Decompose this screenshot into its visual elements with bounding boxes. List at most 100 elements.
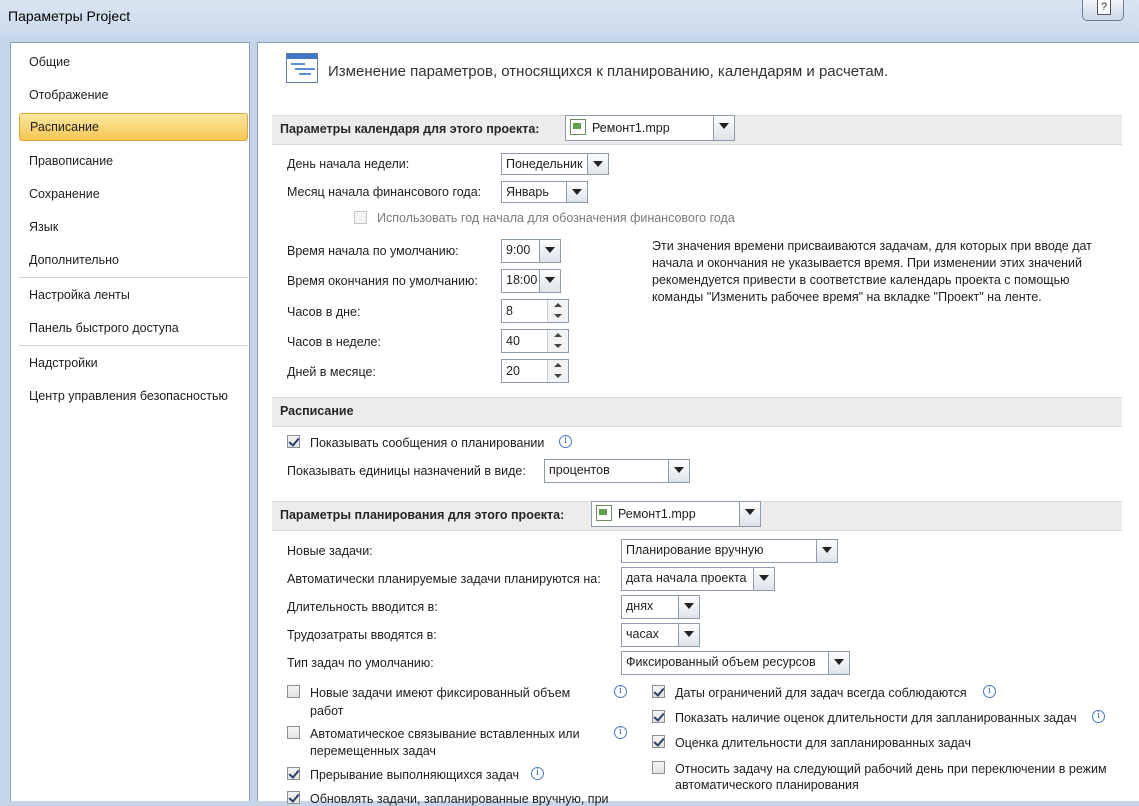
- chevron-down-icon: [713, 116, 734, 140]
- work-units-select[interactable]: часах: [621, 623, 700, 647]
- chevron-down-icon: [668, 460, 689, 482]
- nav-item-save[interactable]: Сохранение: [19, 180, 248, 208]
- days-per-month-label: Дней в месяце:: [287, 365, 376, 379]
- nav-separator: [19, 277, 248, 278]
- task-type-label: Тип задач по умолчанию:: [287, 656, 434, 670]
- show-messages-checkbox[interactable]: [287, 435, 300, 448]
- estimated-durations-checkbox[interactable]: [652, 735, 665, 748]
- show-estimated-checkbox[interactable]: [652, 710, 665, 723]
- nav-item-display[interactable]: Отображение: [19, 81, 248, 109]
- split-tasks-label: Прерывание выполняющихся задач: [310, 768, 520, 782]
- options-content: Изменение параметров, относящихся к план…: [257, 42, 1139, 806]
- spin-down-icon[interactable]: [548, 311, 568, 322]
- honor-constraints-checkbox[interactable]: [652, 685, 665, 698]
- chevron-down-icon: [753, 568, 774, 590]
- split-tasks-checkbox[interactable]: [287, 767, 300, 780]
- chevron-down-icon: [739, 502, 760, 526]
- schedule-section-header: Расписание: [272, 397, 1122, 427]
- chevron-down-icon: [539, 270, 560, 292]
- hours-per-week-stepper[interactable]: 40: [501, 329, 569, 353]
- schedule-options-icon: [286, 53, 318, 83]
- schedule-section-title: Расписание: [280, 404, 354, 418]
- default-start-select[interactable]: 9:00: [501, 239, 561, 263]
- nav-item-advanced[interactable]: Дополнительно: [19, 246, 248, 274]
- duration-units-select[interactable]: днях: [621, 595, 700, 619]
- calendar-note: Эти значения времени присваиваются задач…: [652, 239, 1092, 304]
- fiscal-year-checkbox-label: Использовать год начала для обозначения …: [377, 211, 735, 225]
- help-button[interactable]: ?: [1082, 0, 1124, 21]
- auto-tasks-select[interactable]: дата начала проекта: [621, 567, 775, 591]
- update-manual-label: Обновлять задачи, запланированные вручну…: [310, 792, 609, 806]
- info-icon: i: [614, 726, 627, 739]
- estimated-durations-label: Оценка длительности для запланированных …: [675, 736, 971, 750]
- nav-item-quick-access[interactable]: Панель быстрого доступа: [19, 314, 248, 342]
- default-end-select[interactable]: 18:00: [501, 269, 561, 293]
- chevron-down-icon: [828, 652, 849, 674]
- work-units-label: Трудозатраты вводятся в:: [287, 628, 437, 642]
- title-bar: Параметры Project ?: [0, 0, 1139, 36]
- chevron-down-icon: [539, 240, 560, 262]
- project-file-icon: [596, 505, 612, 521]
- new-tasks-select[interactable]: Планирование вручную: [621, 539, 838, 563]
- fixed-work-label: Новые задачи имеют фиксированный объем: [310, 686, 571, 700]
- spin-down-icon[interactable]: [548, 341, 568, 352]
- info-icon: i: [983, 685, 996, 698]
- assignment-units-label: Показывать единицы назначений в виде:: [287, 464, 526, 478]
- week-start-select[interactable]: Понедельник: [501, 153, 609, 175]
- nav-item-trust-center[interactable]: Центр управления безопасностью: [19, 382, 248, 410]
- next-working-day-label: Относить задачу на следующий рабочий ден…: [675, 762, 1107, 776]
- calendar-project-select[interactable]: Ремонт1.mpp: [565, 115, 735, 141]
- chevron-down-icon: [678, 624, 699, 646]
- autolink-label: Автоматическое связывание вставленных ил…: [310, 727, 580, 741]
- planning-section-title: Параметры планирования для этого проекта…: [280, 508, 565, 522]
- chevron-down-icon: [587, 154, 608, 174]
- nav-item-general[interactable]: Общие: [19, 48, 248, 76]
- auto-tasks-label: Автоматически планируемые задачи планиру…: [287, 572, 601, 586]
- calendar-section-title: Параметры календаря для этого проекта:: [280, 122, 540, 136]
- hours-per-week-label: Часов в неделе:: [287, 335, 381, 349]
- days-per-month-stepper[interactable]: 20: [501, 359, 569, 383]
- chevron-down-icon: [566, 182, 587, 202]
- spin-down-icon[interactable]: [548, 371, 568, 382]
- week-start-label: День начала недели:: [287, 157, 410, 171]
- show-estimated-label: Показать наличие оценок длительности для…: [675, 711, 1077, 725]
- default-end-label: Время окончания по умолчанию:: [287, 274, 478, 288]
- hours-per-day-stepper[interactable]: 8: [501, 299, 569, 323]
- duration-units-label: Длительность вводится в:: [287, 600, 438, 614]
- new-tasks-label: Новые задачи:: [287, 544, 373, 558]
- fixed-work-label-line2: работ: [310, 704, 344, 718]
- page-heading: Изменение параметров, относящихся к план…: [328, 63, 889, 80]
- next-working-day-checkbox[interactable]: [652, 761, 665, 774]
- info-icon: i: [559, 435, 572, 448]
- update-manual-checkbox[interactable]: [287, 791, 300, 804]
- fixed-work-checkbox[interactable]: [287, 685, 300, 698]
- next-working-day-label-line2: автоматического планирования: [675, 778, 859, 792]
- options-nav: Общие Отображение Расписание Правописани…: [10, 42, 250, 801]
- fiscal-month-label: Месяц начала финансового года:: [287, 185, 482, 199]
- chevron-down-icon: [678, 596, 699, 618]
- info-icon: i: [1092, 710, 1105, 723]
- chevron-down-icon: [816, 540, 837, 562]
- nav-separator: [19, 345, 248, 346]
- nav-item-customize-ribbon[interactable]: Настройка ленты: [19, 281, 248, 309]
- hours-per-day-label: Часов в дне:: [287, 305, 361, 319]
- autolink-label-line2: перемещенных задач: [310, 744, 436, 758]
- autolink-checkbox[interactable]: [287, 726, 300, 739]
- fiscal-year-checkbox[interactable]: [354, 211, 367, 224]
- assignment-units-select[interactable]: процентов: [544, 459, 690, 483]
- nav-item-schedule[interactable]: Расписание: [19, 113, 248, 141]
- info-icon: i: [531, 767, 544, 780]
- nav-item-addins[interactable]: Надстройки: [19, 349, 248, 377]
- nav-item-proofing[interactable]: Правописание: [19, 147, 248, 175]
- show-messages-label: Показывать сообщения о планировании: [310, 436, 545, 450]
- nav-item-language[interactable]: Язык: [19, 213, 248, 241]
- window-title: Параметры Project: [8, 8, 131, 24]
- help-icon: ?: [1097, 0, 1111, 15]
- planning-project-select[interactable]: Ремонт1.mpp: [591, 501, 761, 527]
- project-file-icon: [570, 119, 586, 135]
- honor-constraints-label: Даты ограничений для задач всегда соблюд…: [675, 686, 967, 700]
- default-start-label: Время начала по умолчанию:: [287, 244, 459, 258]
- fiscal-month-select[interactable]: Январь: [501, 181, 588, 203]
- info-icon: i: [614, 685, 627, 698]
- task-type-select[interactable]: Фиксированный объем ресурсов: [621, 651, 850, 675]
